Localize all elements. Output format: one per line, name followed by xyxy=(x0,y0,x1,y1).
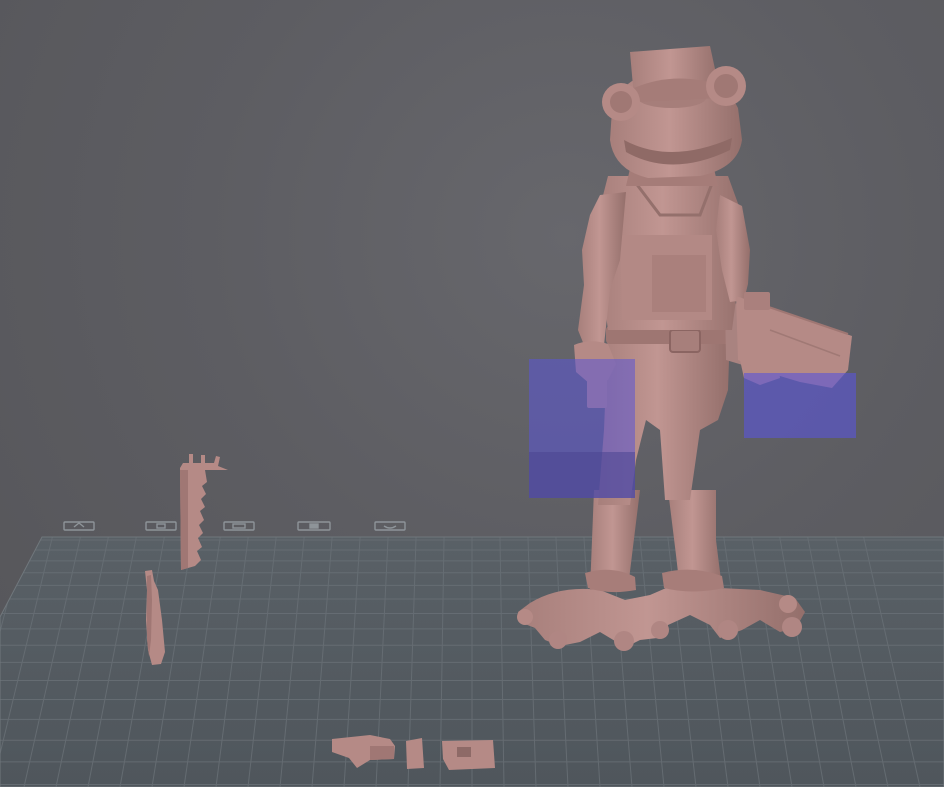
selection-box-left-hand[interactable] xyxy=(529,359,635,498)
bed-icons-row xyxy=(63,521,406,531)
bed-icon-1[interactable] xyxy=(63,521,95,531)
bed-icon-4[interactable] xyxy=(297,521,331,531)
3d-viewport[interactable] xyxy=(0,0,944,787)
bed-icon-3[interactable] xyxy=(223,521,255,531)
scene-canvas[interactable] xyxy=(0,0,944,787)
selection-box-right-hand[interactable] xyxy=(744,373,856,438)
bed-icon-5[interactable] xyxy=(374,521,406,531)
bed-icon-2[interactable] xyxy=(145,521,177,531)
